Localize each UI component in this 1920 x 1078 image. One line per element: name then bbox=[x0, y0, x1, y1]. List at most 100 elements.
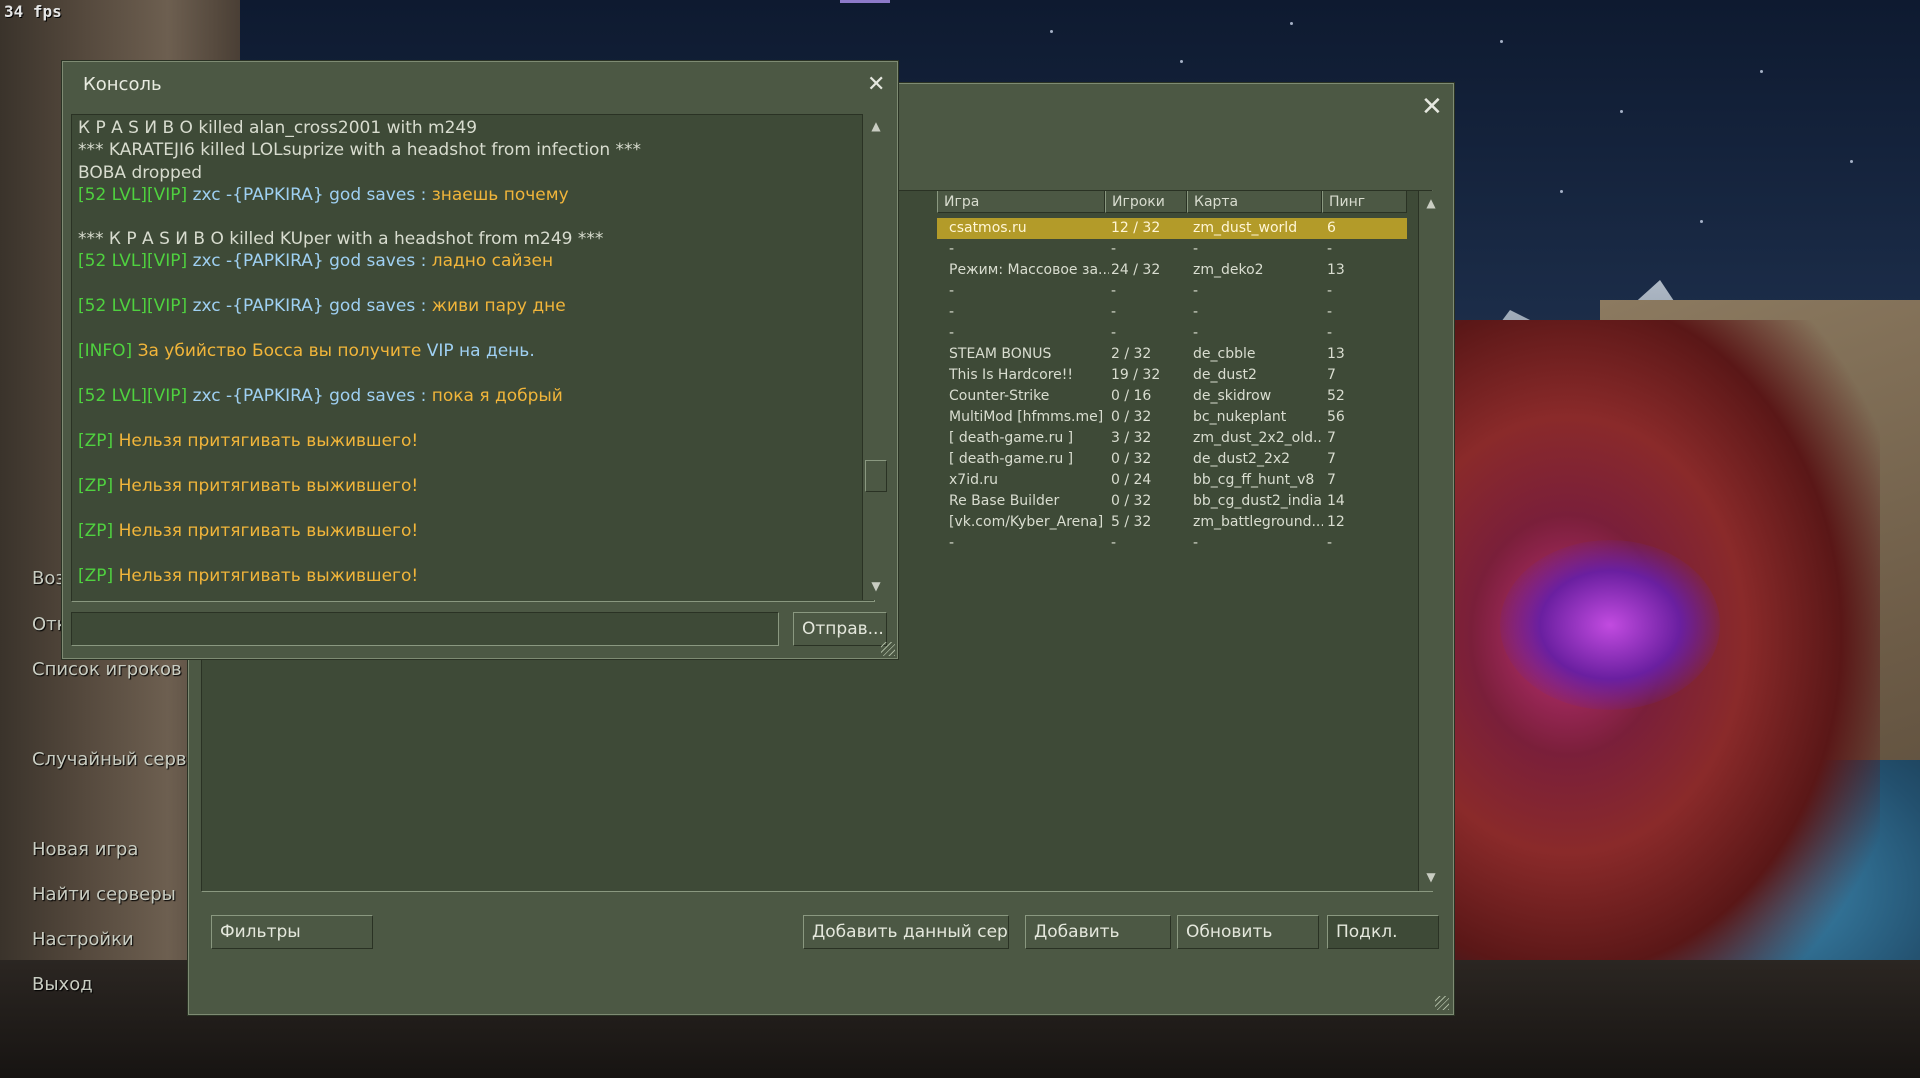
server-players: - bbox=[1111, 535, 1117, 551]
server-map: de_dust2 bbox=[1193, 367, 1257, 383]
server-map: de_skidrow bbox=[1193, 388, 1272, 404]
scroll-down-icon[interactable]: ▼ bbox=[865, 576, 887, 596]
log-line: [52 LVL][VIP] zxc -{PAPKIRA} god saves :… bbox=[78, 295, 566, 317]
server-ping: - bbox=[1327, 283, 1333, 299]
star bbox=[1180, 60, 1183, 63]
resize-grip-icon[interactable] bbox=[881, 642, 895, 656]
log-line: *** К Р А S И В О killed KUper with a he… bbox=[78, 228, 603, 250]
close-icon[interactable]: ✕ bbox=[867, 72, 885, 98]
server-ping: - bbox=[1327, 241, 1333, 257]
log-segment: К Р А S И В О killed alan_cross2001 with… bbox=[78, 118, 478, 138]
server-name: - bbox=[949, 283, 955, 299]
refresh-button[interactable]: Обновить bbox=[1177, 915, 1319, 949]
log-segment: *** К Р А S И В О killed KUper with a he… bbox=[78, 229, 604, 249]
server-name: Режим: Массовое за... bbox=[949, 262, 1109, 278]
resize-grip-icon[interactable] bbox=[1435, 996, 1449, 1010]
log-segment: [ZP] bbox=[78, 566, 119, 586]
server-ping: 7 bbox=[1327, 430, 1336, 446]
server-players: 12 / 32 bbox=[1111, 220, 1161, 236]
server-players: 0 / 32 bbox=[1111, 409, 1152, 425]
console-window: Консоль ✕ К Р А S И В О killed alan_cros… bbox=[62, 61, 898, 659]
star bbox=[1560, 190, 1563, 193]
log-line: [ZP] Нельзя притягивать выжившего! bbox=[78, 520, 418, 542]
server-name: This Is Hardcore!! bbox=[949, 367, 1073, 383]
star bbox=[1050, 30, 1053, 33]
server-ping: 14 bbox=[1327, 493, 1345, 509]
server-players: 19 / 32 bbox=[1111, 367, 1161, 383]
console-scrollbar[interactable]: ▲ ▼ bbox=[862, 114, 889, 600]
log-segment: ладно сайзен bbox=[431, 251, 554, 271]
log-segment: [INFO] bbox=[78, 341, 138, 361]
server-ping: 6 bbox=[1327, 220, 1336, 236]
close-icon[interactable]: ✕ bbox=[1421, 94, 1443, 120]
server-players: - bbox=[1111, 283, 1117, 299]
log-segment: [52 LVL][VIP] bbox=[78, 296, 193, 316]
top-indicator bbox=[840, 0, 890, 3]
console-command-input[interactable] bbox=[71, 612, 779, 646]
scroll-up-icon[interactable]: ▲ bbox=[865, 116, 887, 136]
column-header-ping[interactable]: Пинг bbox=[1322, 191, 1407, 213]
log-segment: пока я добрый bbox=[431, 386, 563, 406]
menu-item-settings[interactable]: Настройки bbox=[32, 929, 134, 950]
column-header-players[interactable]: Игроки bbox=[1105, 191, 1187, 213]
server-map: zm_deko2 bbox=[1193, 262, 1264, 278]
server-players: - bbox=[1111, 325, 1117, 341]
menu-item-exit[interactable]: Выход bbox=[32, 974, 93, 995]
log-segment: [ZP] bbox=[78, 521, 119, 541]
server-map: - bbox=[1193, 241, 1199, 257]
server-name: MultiMod [hfmms.me] bbox=[949, 409, 1104, 425]
server-players: 5 / 32 bbox=[1111, 514, 1152, 530]
server-name: Counter-Strike bbox=[949, 388, 1050, 404]
star bbox=[1700, 220, 1703, 223]
server-ping: 52 bbox=[1327, 388, 1345, 404]
server-name: [ death-game.ru ] bbox=[949, 430, 1074, 446]
server-map: bc_nukeplant bbox=[1193, 409, 1287, 425]
server-name: - bbox=[949, 304, 955, 320]
log-segment: [52 LVL][VIP] bbox=[78, 185, 193, 205]
menu-item-player-list[interactable]: Список игроков bbox=[32, 659, 182, 680]
log-line: BOBA dropped bbox=[78, 162, 202, 184]
console-submit-button[interactable]: Отправ... bbox=[793, 612, 887, 646]
server-name: [ death-game.ru ] bbox=[949, 451, 1074, 467]
log-line: К Р А S И В О killed alan_cross2001 with… bbox=[78, 117, 477, 139]
scroll-down-icon[interactable]: ▼ bbox=[1420, 867, 1442, 887]
menu-item-find-servers[interactable]: Найти серверы bbox=[32, 884, 176, 905]
server-ping: - bbox=[1327, 325, 1333, 341]
server-map: - bbox=[1193, 283, 1199, 299]
server-ping: 7 bbox=[1327, 472, 1336, 488]
filters-button[interactable]: Фильтры bbox=[211, 915, 373, 949]
server-name: - bbox=[949, 241, 955, 257]
menu-item-random-server[interactable]: Случайный серв bbox=[32, 749, 187, 770]
server-list-scrollbar[interactable]: ▲ ▼ bbox=[1418, 191, 1443, 891]
log-segment: За убийство Босса вы получите bbox=[137, 341, 427, 361]
column-header-map[interactable]: Карта bbox=[1187, 191, 1322, 213]
server-map: zm_battleground... bbox=[1193, 514, 1323, 530]
server-ping: - bbox=[1327, 304, 1333, 320]
log-segment: zxc -{PAPKIRA} god saves : bbox=[192, 296, 432, 316]
scroll-up-icon[interactable]: ▲ bbox=[1420, 193, 1442, 213]
connect-button[interactable]: Подкл. bbox=[1327, 915, 1439, 949]
scroll-thumb[interactable] bbox=[865, 460, 887, 492]
server-ping: 13 bbox=[1327, 346, 1345, 362]
table-row[interactable]: csatmos.ru 12 / 32 zm_dust_world 6 bbox=[937, 218, 1407, 239]
log-line: [ZP] Нельзя притягивать выжившего! bbox=[78, 475, 418, 497]
log-segment: zxc -{PAPKIRA} god saves : bbox=[192, 185, 432, 205]
log-segment: Нельзя притягивать выжившего! bbox=[118, 431, 419, 451]
log-segment: zxc -{PAPKIRA} god saves : bbox=[192, 386, 432, 406]
add-current-server-button[interactable]: Добавить данный сер... bbox=[803, 915, 1009, 949]
server-name: STEAM BONUS bbox=[949, 346, 1052, 362]
star bbox=[1850, 160, 1853, 163]
log-segment: zxc -{PAPKIRA} god saves : bbox=[192, 251, 432, 271]
server-players: 2 / 32 bbox=[1111, 346, 1152, 362]
add-server-button[interactable]: Добавить bbox=[1025, 915, 1171, 949]
log-line: [52 LVL][VIP] zxc -{PAPKIRA} god saves :… bbox=[78, 250, 553, 272]
column-header-game[interactable]: Игра bbox=[937, 191, 1105, 213]
menu-item-resume[interactable]: Воз bbox=[32, 568, 65, 589]
server-map: de_cbble bbox=[1193, 346, 1256, 362]
server-players: - bbox=[1111, 304, 1117, 320]
menu-item-new-game[interactable]: Новая игра bbox=[32, 839, 138, 860]
log-segment: Нельзя притягивать выжившего! bbox=[118, 476, 419, 496]
server-map: bb_cg_ff_hunt_v8 bbox=[1193, 472, 1315, 488]
log-segment: [52 LVL][VIP] bbox=[78, 251, 193, 271]
server-name: Re Base Builder bbox=[949, 493, 1060, 509]
